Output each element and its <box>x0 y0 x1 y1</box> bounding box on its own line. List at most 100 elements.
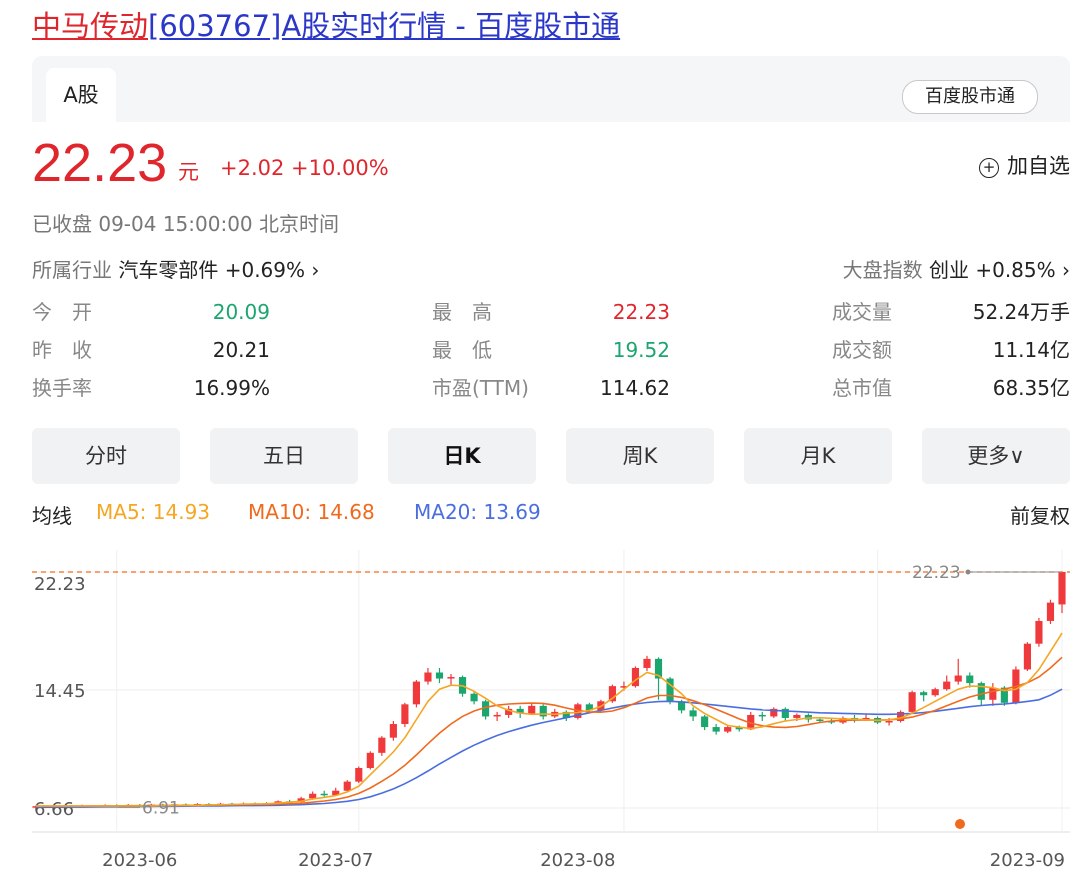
stat-label-volume: 成交量 <box>832 300 892 324</box>
add-watchlist-label: 加自选 <box>1007 154 1070 178</box>
candle-body <box>309 793 317 799</box>
event-marker-dot <box>955 819 965 829</box>
candle-body <box>355 767 363 782</box>
candle-body <box>378 737 386 753</box>
stat-value-prev-close: 20.21 <box>212 338 270 362</box>
candle-body <box>943 681 951 690</box>
price-unit: 元 <box>178 160 199 184</box>
candle-body <box>401 704 409 725</box>
ma20-value: MA20: 13.69 <box>414 500 541 524</box>
candle-body <box>954 675 962 682</box>
ma10-value: MA10: 14.68 <box>248 500 375 524</box>
x-tick-label: 2023-09 <box>990 850 1065 871</box>
y-tick-label: 22.23 <box>34 574 86 595</box>
candle-body <box>493 714 501 717</box>
industry-value: 汽车零部件 +0.69% › <box>118 258 320 282</box>
stat-value-volume: 52.24万手 <box>972 300 1070 324</box>
tab-weekly-k[interactable]: 周K <box>566 428 714 484</box>
baidu-stock-button[interactable]: 百度股市通 <box>902 80 1038 114</box>
candle-body <box>320 793 328 796</box>
stat-label-open: 今 开 <box>32 300 92 324</box>
candle-body <box>920 692 928 696</box>
index-value: 创业 +0.85% › <box>928 258 1070 282</box>
candle-body <box>885 720 893 723</box>
stat-label-prev-close: 昨 收 <box>32 338 92 362</box>
x-tick-label: 2023-08 <box>540 850 615 871</box>
stat-value-pe: 114.62 <box>600 376 670 400</box>
kline-chart[interactable]: 22.2314.456.66 22.236.91 2023-06 2023-07 2… <box>0 540 1080 876</box>
candle-body <box>793 714 801 718</box>
stat-label-high: 最 高 <box>432 300 492 324</box>
candle-body <box>908 692 916 712</box>
add-watchlist-button[interactable]: + 加自选 <box>979 150 1070 180</box>
high-marker-label: 22.23 <box>912 563 961 583</box>
price-change: +2.02 +10.00% <box>220 156 389 180</box>
ma-lines <box>35 632 1063 809</box>
stat-value-market-cap: 68.35亿 <box>992 376 1070 400</box>
tab-intraday[interactable]: 分时 <box>32 428 180 484</box>
page-title-link[interactable]: [603767]A股实时行情 - 百度股市通 <box>148 9 620 43</box>
candle-body <box>701 716 709 728</box>
market-index-link[interactable]: 大盘指数 创业 +0.85% › <box>843 254 1070 283</box>
high-marker-dot <box>965 569 971 575</box>
candle-body <box>712 727 720 732</box>
stat-label-turnover: 换手率 <box>32 376 92 400</box>
candle-body <box>389 724 397 738</box>
candle-body <box>643 658 651 668</box>
current-price: 22.23 <box>32 133 168 193</box>
ma5-value: MA5: 14.93 <box>96 500 211 524</box>
stat-value-turnover: 16.99% <box>193 376 270 400</box>
industry-label: 所属行业 <box>32 258 112 282</box>
candle-body <box>343 781 351 791</box>
candle-body <box>966 675 974 684</box>
candle-body <box>1023 643 1031 670</box>
candle-body <box>366 752 374 768</box>
candle-body <box>816 719 824 721</box>
candle-body <box>424 672 432 682</box>
tab-daily-k[interactable]: 日K <box>388 428 536 484</box>
stat-value-low: 19.52 <box>612 338 670 362</box>
candle-body <box>689 710 697 717</box>
y-axis-labels: 22.23 14.45 6.66 <box>34 574 86 820</box>
chart-grid <box>32 550 1070 833</box>
tab-monthly-k[interactable]: 月K <box>744 428 892 484</box>
ma20-line <box>35 688 1063 809</box>
x-axis-labels: 2023-06 2023-07 2023-08 2023-09 <box>102 850 1065 871</box>
tab-five-day[interactable]: 五日 <box>210 428 358 484</box>
stat-label-pe: 市盈(TTM) <box>432 376 529 400</box>
low-marker-label: 6.91 <box>142 798 180 818</box>
y-tick-label: 14.45 <box>34 681 86 702</box>
candle-body <box>470 693 478 702</box>
plus-circle-icon: + <box>979 158 999 178</box>
candle-body <box>528 705 536 714</box>
candle-body <box>412 681 421 705</box>
index-label: 大盘指数 <box>842 258 923 282</box>
tab-more[interactable]: 更多∨ <box>922 428 1070 484</box>
stat-label-amount: 成交额 <box>832 338 892 362</box>
ma5-line <box>36 632 1063 807</box>
page-title[interactable]: 中马传动[603767]A股实时行情 - 百度股市通 <box>32 2 620 50</box>
industry-link[interactable]: 所属行业 汽车零部件 +0.69% › <box>32 254 319 283</box>
ma-label: 均线 <box>32 504 72 528</box>
candle-body <box>447 677 455 679</box>
tab-a-share[interactable]: A股 <box>46 68 116 124</box>
candle-body <box>931 689 939 696</box>
market-status: 已收盘 09-04 15:00:00 北京时间 <box>32 212 340 236</box>
candle-body <box>631 667 640 687</box>
y-tick-label: 6.66 <box>34 799 74 820</box>
stat-value-high: 22.23 <box>612 300 670 324</box>
candle-body <box>1046 602 1055 621</box>
ma10-line <box>36 656 1063 808</box>
candle-body <box>724 727 732 732</box>
candle-body <box>989 687 997 700</box>
x-tick-label: 2023-07 <box>298 850 373 871</box>
adjust-mode-button[interactable]: 前复权 <box>1010 500 1070 529</box>
stat-value-amount: 11.14亿 <box>992 338 1070 362</box>
stock-name-link[interactable]: 中马传动 <box>32 9 148 43</box>
candle-body <box>758 714 766 717</box>
stat-label-market-cap: 总市值 <box>832 376 892 400</box>
candle-body <box>1035 620 1043 644</box>
candle-body <box>1058 572 1066 605</box>
stat-label-low: 最 低 <box>432 338 492 362</box>
candle-body <box>435 672 444 679</box>
